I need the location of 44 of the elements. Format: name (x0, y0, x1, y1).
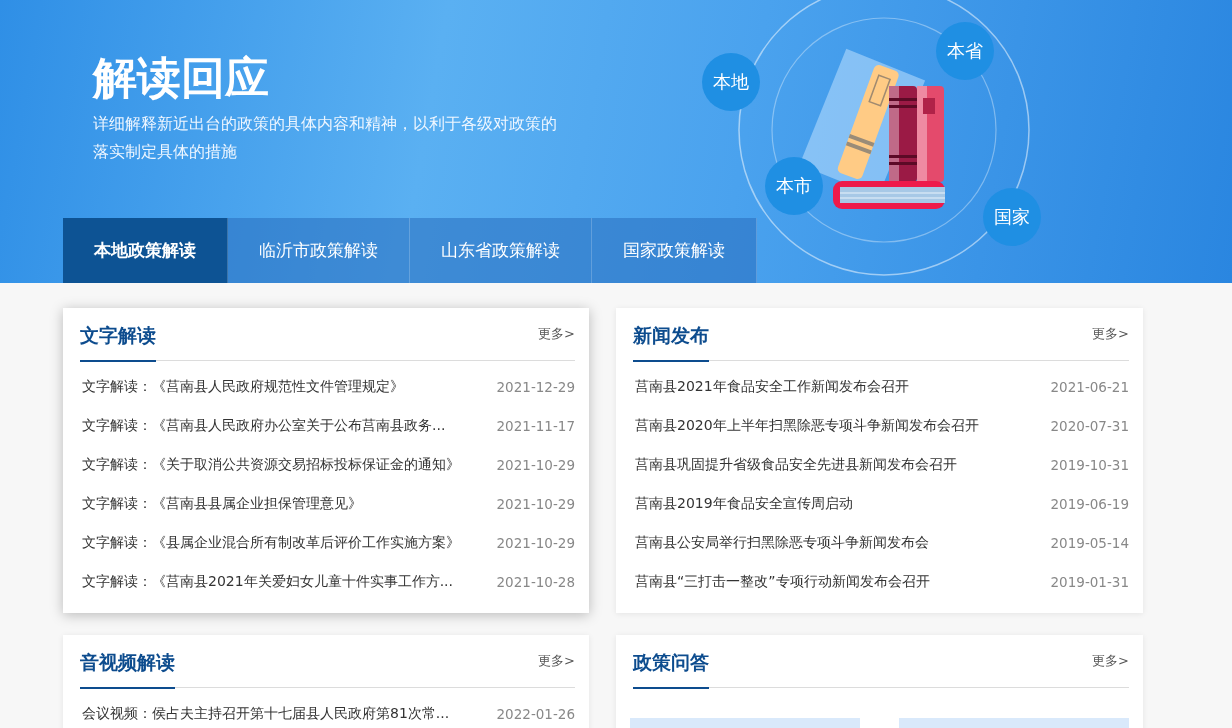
article-date: 2021-10-29 (496, 534, 575, 551)
article-date: 2021-11-17 (496, 417, 575, 434)
article-date: 2022-01-26 (496, 705, 575, 722)
policy-tab[interactable]: 本地政策解读 (63, 218, 228, 283)
more-link[interactable]: 更多> (1092, 652, 1129, 670)
article-link[interactable]: 文字解读：《莒南县2021年关爱妇女儿童十件实事工作方... (82, 572, 453, 591)
article-link[interactable]: 莒南县2021年食品安全工作新闻发布会召开 (635, 377, 909, 396)
article-link[interactable]: 文字解读：《县属企业混合所有制改革后评价工作实施方案》 (82, 533, 460, 552)
policy-tab[interactable]: 国家政策解读 (592, 218, 757, 283)
panel-title: 音视频解读 (80, 634, 175, 689)
more-link[interactable]: 更多> (1092, 325, 1129, 343)
hero-title: 解读回应 (93, 51, 269, 105)
article-date: 2019-05-14 (1050, 534, 1129, 551)
region-bubble: 国家 (983, 188, 1041, 246)
hero-subtitle: 详细解释新近出台的政策的具体内容和精神，以利于各级对政策的落实制定具体的措施 (93, 113, 558, 163)
region-bubble: 本市 (765, 157, 823, 215)
article-date: 2021-06-21 (1050, 378, 1129, 395)
article-date: 2019-01-31 (1050, 573, 1129, 590)
article-link[interactable]: 文字解读：《关于取消公共资源交易招标投标保证金的通知》 (82, 455, 460, 474)
article-link[interactable]: 莒南县“三打击一整改”专项行动新闻发布会召开 (635, 572, 930, 591)
article-date: 2021-10-29 (496, 456, 575, 473)
article-link[interactable]: 莒南县2019年食品安全宣传周启动 (635, 494, 853, 513)
policy-tab[interactable]: 临沂市政策解读 (228, 218, 410, 283)
panel-title: 文字解读 (80, 307, 156, 362)
article-date: 2021-10-29 (496, 495, 575, 512)
more-link[interactable]: 更多> (538, 325, 575, 343)
article-date: 2019-06-19 (1050, 495, 1129, 512)
panel-title: 政策问答 (633, 634, 709, 689)
panel-title: 新闻发布 (633, 307, 709, 362)
more-link[interactable]: 更多> (538, 652, 575, 670)
article-link[interactable]: 莒南县2020年上半年扫黑除恶专项斗争新闻发布会召开 (635, 416, 979, 435)
article-link[interactable]: 文字解读：《莒南县人民政府办公室关于公布莒南县政务... (82, 416, 446, 435)
article-link[interactable]: 莒南县巩固提升省级食品安全先进县新闻发布会召开 (635, 455, 957, 474)
region-bubble: 本地 (702, 53, 760, 111)
article-link[interactable]: 莒南县公安局举行扫黑除恶专项斗争新闻发布会 (635, 533, 929, 552)
article-date: 2021-12-29 (496, 378, 575, 395)
region-bubble: 本省 (936, 22, 994, 80)
article-date: 2020-07-31 (1050, 417, 1129, 434)
article-link[interactable]: 会议视频：侯占夫主持召开第十七届县人民政府第81次常... (82, 704, 450, 723)
policy-tab[interactable]: 山东省政策解读 (410, 218, 592, 283)
article-link[interactable]: 文字解读：《莒南县县属企业担保管理意见》 (82, 494, 362, 513)
article-link[interactable]: 文字解读：《莒南县人民政府规范性文件管理规定》 (82, 377, 404, 396)
article-date: 2021-10-28 (496, 573, 575, 590)
article-date: 2019-10-31 (1050, 456, 1129, 473)
